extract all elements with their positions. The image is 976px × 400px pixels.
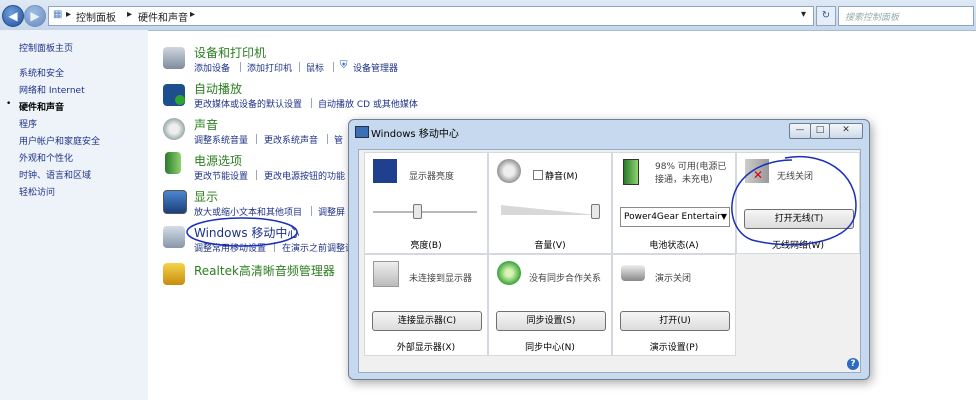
annotation-circle-mobility — [186, 217, 298, 247]
annotation-circle-wireless — [731, 156, 857, 246]
annotation-overlay — [186, 156, 857, 247]
